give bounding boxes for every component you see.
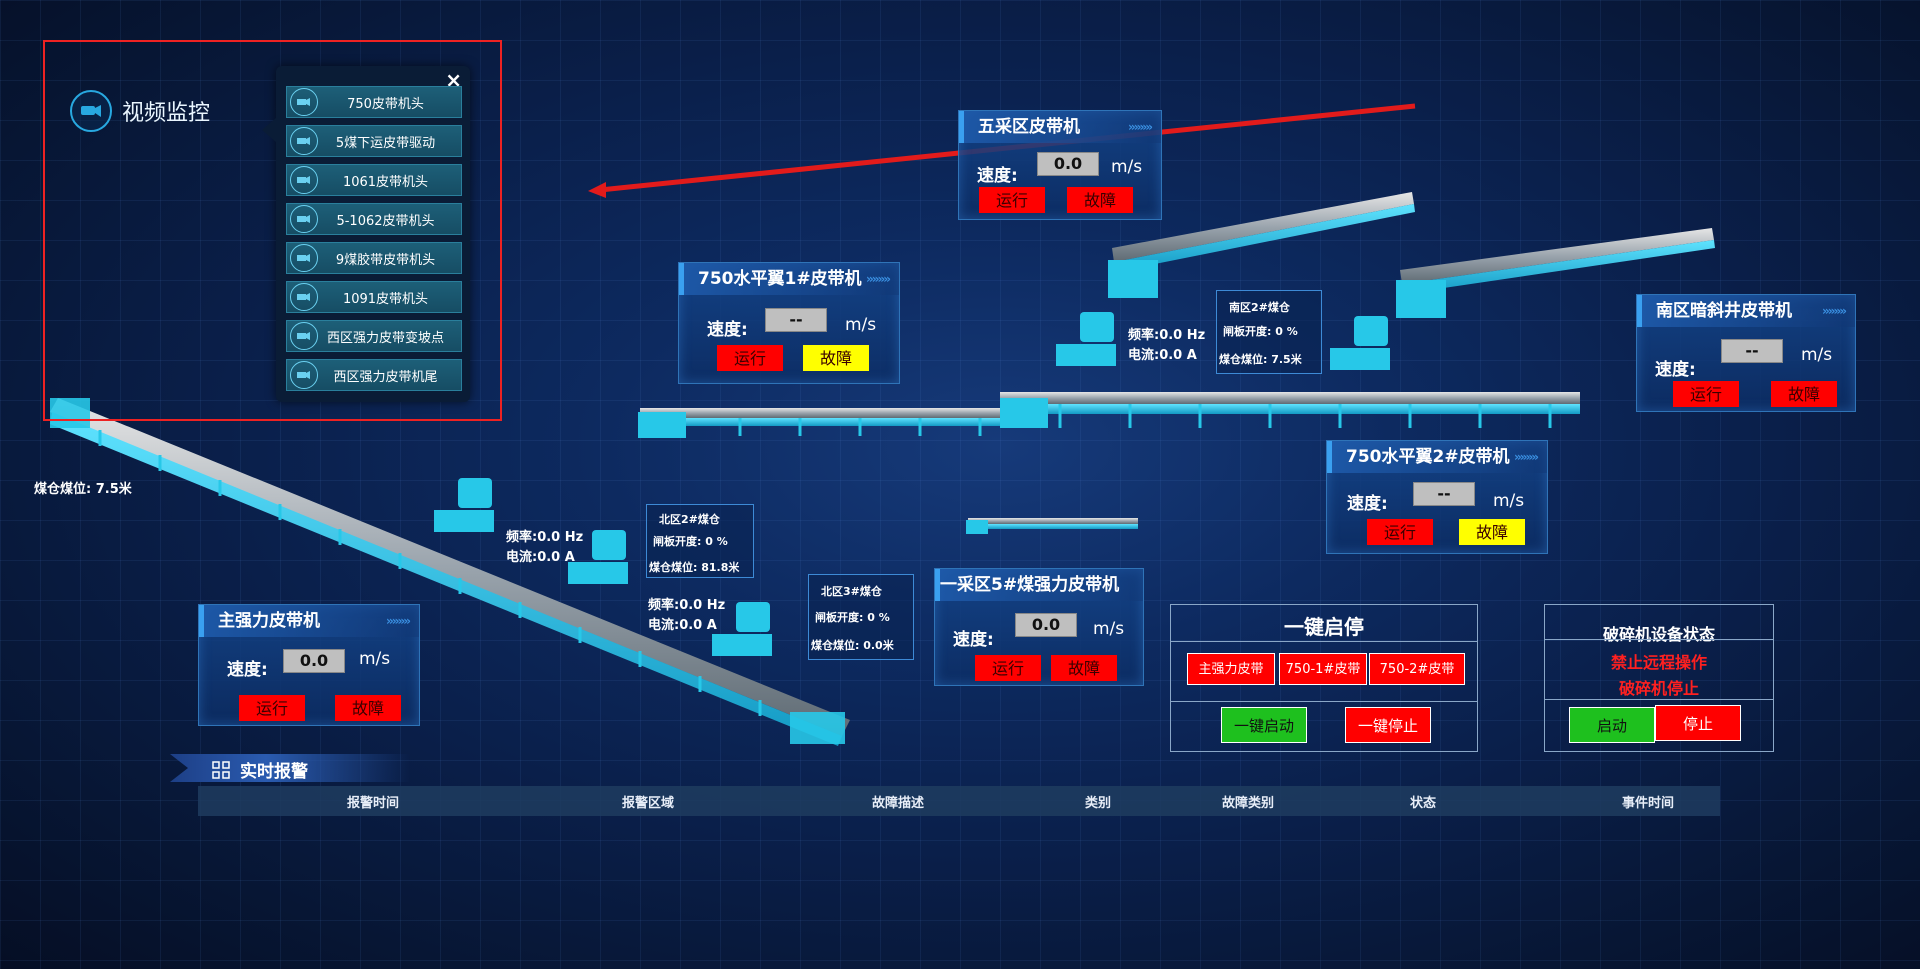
camera-icon	[290, 166, 318, 194]
short-belt	[966, 518, 1138, 534]
alarm-title: 实时报警	[240, 762, 308, 782]
feeder-freq: 频率:0.0 Hz	[648, 598, 726, 613]
camera-icon	[290, 283, 318, 311]
camera-item[interactable]: 9煤胶带皮带机头	[286, 242, 462, 274]
panel-title: 750水平翼1#皮带机»»»»	[679, 263, 899, 295]
alarm-table-header: 报警时间 报警区域 故障描述 类别 故障类别 状态 事件时间	[198, 786, 1720, 816]
feeder-current: 电流:0.0 A	[648, 618, 717, 633]
camera-list-popup: × 750皮带机头 5煤下运皮带驱动 1061皮带机头 5-1062皮带机头 9…	[262, 66, 470, 402]
run-status: 运行	[1673, 381, 1739, 407]
column-header: 故障类别	[1221, 796, 1275, 811]
camera-icon	[290, 322, 318, 350]
belt-select-750-2[interactable]: 750-2#皮带	[1369, 653, 1465, 685]
feeder-freq: 频率:0.0 Hz	[506, 530, 584, 545]
video-monitor-title: 视频监控	[122, 101, 211, 126]
run-status: 运行	[717, 345, 783, 371]
left-bunker-level: 煤仓煤位: 7.5米	[34, 482, 132, 497]
belt-panel-wucai: 五采区皮带机»»»» 速度: 0.0 m/s 运行 故障	[958, 110, 1162, 220]
one-key-stop-button[interactable]: 一键停止	[1345, 707, 1431, 743]
crusher-run-status: 破碎机停止	[1618, 679, 1699, 698]
fault-status: 故障	[335, 695, 401, 721]
crusher-panel: 破碎机设备状态 禁止远程操作 破碎机停止 启动 停止	[1544, 604, 1774, 752]
camera-item[interactable]: 1061皮带机头	[286, 164, 462, 196]
one-key-start-button[interactable]: 一键启动	[1221, 707, 1307, 743]
belt-panel-main: 主强力皮带机»»»» 速度: 0.0 m/s 运行 故障	[198, 604, 420, 726]
camera-icon	[290, 205, 318, 233]
belt-select-main[interactable]: 主强力皮带	[1187, 653, 1275, 685]
column-header: 事件时间	[1621, 796, 1675, 811]
column-header: 报警区域	[621, 796, 675, 811]
camera-item[interactable]: 750皮带机头	[286, 86, 462, 118]
crusher-stop-button[interactable]: 停止	[1655, 705, 1741, 741]
speed-value: --	[765, 308, 827, 332]
feeder-freq: 频率:0.0 Hz	[1128, 328, 1206, 343]
crusher-title: 破碎机设备状态	[1602, 625, 1715, 644]
camera-icon	[70, 90, 112, 132]
one-key-panel: 一键启停 主强力皮带 750-1#皮带 750-2#皮带 一键启动 一键停止	[1170, 604, 1478, 752]
panel-title: 750水平翼2#皮带机»»»»	[1327, 441, 1547, 473]
fault-status: 故障	[803, 345, 869, 371]
fault-status: 故障	[1051, 655, 1117, 681]
feeder-1	[1056, 312, 1116, 366]
camera-icon	[290, 88, 318, 116]
feeder-3	[434, 478, 494, 532]
panel-title: 一采区5#煤强力皮带机	[935, 569, 1143, 601]
fault-status: 故障	[1459, 519, 1525, 545]
bunker-beiqu-3: 北区3#煤仓 闸板开度: 0 % 煤仓煤位: 0.0米	[808, 574, 914, 660]
speed-value: --	[1413, 482, 1475, 506]
run-status: 运行	[979, 187, 1045, 213]
speed-value: 0.0	[283, 649, 345, 673]
camera-icon	[290, 244, 318, 272]
feeder-current: 电流:0.0 A	[506, 550, 575, 565]
belt-panel-750-1: 750水平翼1#皮带机»»»» 速度: -- m/s 运行 故障	[678, 262, 900, 384]
camera-item[interactable]: 1091皮带机头	[286, 281, 462, 313]
horizontal-belt-1	[638, 408, 1020, 438]
column-header: 故障描述	[871, 796, 925, 811]
belt-panel-yicai: 一采区5#煤强力皮带机 速度: 0.0 m/s 运行 故障	[934, 568, 1144, 686]
video-monitor-header[interactable]: 视频监控	[70, 90, 210, 132]
run-status: 运行	[239, 695, 305, 721]
column-header: 状态	[1409, 796, 1437, 811]
camera-item[interactable]: 5煤下运皮带驱动	[286, 125, 462, 157]
run-status: 运行	[1367, 519, 1433, 545]
speed-value: 0.0	[1015, 613, 1077, 637]
speed-value: 0.0	[1037, 152, 1099, 176]
panel-title: 主强力皮带机»»»»	[199, 605, 419, 637]
belt-panel-750-2: 750水平翼2#皮带机»»»» 速度: -- m/s 运行 故障	[1326, 440, 1548, 554]
camera-icon	[290, 127, 318, 155]
fault-status: 故障	[1771, 381, 1837, 407]
grid-icon	[212, 760, 230, 779]
speed-value: --	[1721, 339, 1783, 363]
camera-item[interactable]: 5-1062皮带机头	[286, 203, 462, 235]
column-header: 报警时间	[346, 796, 400, 811]
camera-item[interactable]: 西区强力皮带变坡点	[286, 320, 462, 352]
crusher-start-button[interactable]: 启动	[1569, 707, 1655, 743]
run-status: 运行	[975, 655, 1041, 681]
horizontal-belt-2	[1000, 392, 1580, 428]
camera-icon	[290, 361, 318, 389]
camera-item[interactable]: 西区强力皮带机尾	[286, 359, 462, 391]
column-header: 类别	[1084, 796, 1112, 811]
belt-panel-nanqu: 南区暗斜井皮带机»»»» 速度: -- m/s 运行 故障	[1636, 294, 1856, 412]
feeder-current: 电流:0.0 A	[1128, 348, 1197, 363]
feeder-2	[1330, 316, 1390, 370]
panel-title: 五采区皮带机»»»»	[959, 111, 1161, 143]
one-key-title: 一键启停	[1284, 615, 1364, 639]
crusher-remote-status: 禁止远程操作	[1610, 653, 1707, 672]
fault-status: 故障	[1067, 187, 1133, 213]
belt-select-750-1[interactable]: 750-1#皮带	[1279, 653, 1367, 685]
alarm-header: 实时报警	[212, 757, 308, 782]
bunker-nanqu-2: 南区2#煤仓 闸板开度: 0 % 煤仓煤位: 7.5米	[1216, 290, 1322, 374]
panel-title: 南区暗斜井皮带机»»»»	[1637, 295, 1855, 327]
bunker-beiqu-2: 北区2#煤仓 闸板开度: 0 % 煤仓煤位: 81.8米	[646, 504, 754, 578]
